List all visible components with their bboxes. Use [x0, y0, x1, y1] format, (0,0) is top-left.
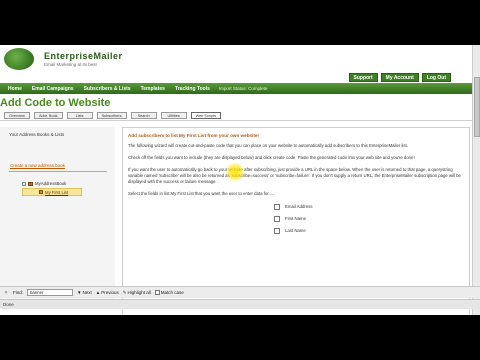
match-case-option[interactable]: Match case — [154, 290, 184, 295]
collapse-icon[interactable]: − — [22, 181, 26, 186]
logo-text: EnterpriseMailer — [44, 51, 123, 61]
browser-page: EnterpriseMailer Email Marketing at its … — [0, 45, 480, 315]
support-link[interactable]: Support — [348, 73, 378, 82]
find-bar: × Find: banner ▼ Next ▲ Previous ✎ Highl… — [0, 286, 480, 298]
content-title: Add subscribers to list My First List fr… — [128, 133, 259, 138]
match-case-checkbox[interactable] — [154, 290, 160, 295]
tab-lists[interactable]: Lists — [66, 112, 93, 119]
tree-divider — [9, 171, 107, 172]
find-next-label: Next — [82, 290, 92, 295]
tab-bar: Overview Addr. Book Lists Subscribers Se… — [4, 112, 222, 119]
scroll-thumb[interactable] — [474, 77, 480, 137]
nav-subscribers-lists[interactable]: Subscribers & Lists — [79, 86, 136, 92]
left-panel: Your Address Books & Lists Create a new … — [0, 127, 115, 307]
tab-subscribers[interactable]: Subscribers — [96, 112, 127, 119]
last-name-checkbox[interactable] — [274, 228, 280, 234]
nav-email-campaigns[interactable]: Email Campaigns — [27, 86, 79, 92]
status-bar: Done — [0, 299, 480, 309]
field-option: Last Name — [274, 227, 464, 235]
tree-root-label: MyAddressBook — [35, 181, 67, 186]
email-checkbox[interactable] — [274, 204, 280, 210]
highlight-label: Highlight all — [127, 290, 151, 295]
log-out-link[interactable]: Log Out — [421, 73, 451, 82]
find-previous-button[interactable]: ▲ Previous — [96, 290, 119, 295]
top-links: Support My Account Log Out — [348, 73, 451, 82]
instructions-paragraph: Check off the fields you want to include… — [128, 155, 415, 160]
close-icon[interactable]: × — [3, 290, 9, 296]
nav-templates[interactable]: Templates — [136, 86, 170, 92]
page-title: Add Code to Website — [0, 97, 111, 109]
find-next-button[interactable]: ▼ Next — [77, 290, 92, 295]
divider — [0, 120, 472, 121]
field-label: Last Name — [285, 228, 306, 233]
tree-child-label: My First List — [45, 189, 69, 195]
find-label: Find: — [13, 290, 24, 295]
field-option: Email Address — [274, 203, 464, 211]
main-nav: Home Email Campaigns Subscribers & Lists… — [0, 83, 480, 94]
highlight-all-button[interactable]: ✎ Highlight all — [123, 290, 151, 296]
return-url-paragraph: If you want the user to automatically go… — [128, 167, 461, 184]
content-body: Add subscribers to list My First List fr… — [128, 133, 464, 239]
tree-item-address-book[interactable]: − MyAddressBook — [22, 181, 66, 186]
page-scrollbar[interactable] — [472, 45, 480, 315]
field-label: First Name — [285, 216, 307, 221]
intro-paragraph: The following wizard will create cut-and… — [128, 143, 408, 148]
tab-search[interactable]: Search — [130, 112, 157, 119]
find-previous-label: Previous — [101, 290, 119, 295]
tab-address-book[interactable]: Addr. Book — [34, 112, 63, 119]
logo-icon — [4, 48, 34, 70]
create-address-book-link[interactable]: Create a new address book — [10, 163, 65, 168]
match-case-label: Match case — [160, 290, 184, 295]
import-status: Import Status: Complete — [218, 86, 268, 91]
nav-tracking-tools[interactable]: Tracking Tools — [170, 86, 215, 92]
arrow-down-icon: ▼ — [77, 290, 82, 295]
field-option: First Name — [274, 215, 464, 223]
highlight-icon: ✎ — [122, 289, 127, 295]
logo-tagline: Email Marketing at its best — [44, 62, 97, 67]
tab-web-scripts[interactable]: Web Scripts — [190, 112, 222, 119]
select-fields-paragraph: Select the fields in list My First List … — [128, 191, 275, 196]
field-label: Email Address — [285, 204, 313, 209]
address-book-icon — [28, 181, 33, 186]
nav-home[interactable]: Home — [3, 86, 27, 92]
cursor-highlight — [225, 162, 245, 182]
tab-overview[interactable]: Overview — [4, 112, 30, 119]
left-panel-title: Your Address Books & Lists — [9, 132, 65, 137]
logo-area: EnterpriseMailer Email Marketing at its … — [0, 45, 480, 71]
tab-utilities[interactable]: Utilities — [160, 112, 187, 119]
my-account-link[interactable]: My Account — [380, 73, 419, 82]
arrow-up-icon: ▲ — [95, 290, 101, 295]
find-input[interactable]: banner — [27, 289, 74, 296]
first-name-checkbox[interactable] — [274, 216, 280, 222]
tree-item-list[interactable]: My First List — [22, 188, 82, 196]
list-icon — [39, 190, 43, 194]
